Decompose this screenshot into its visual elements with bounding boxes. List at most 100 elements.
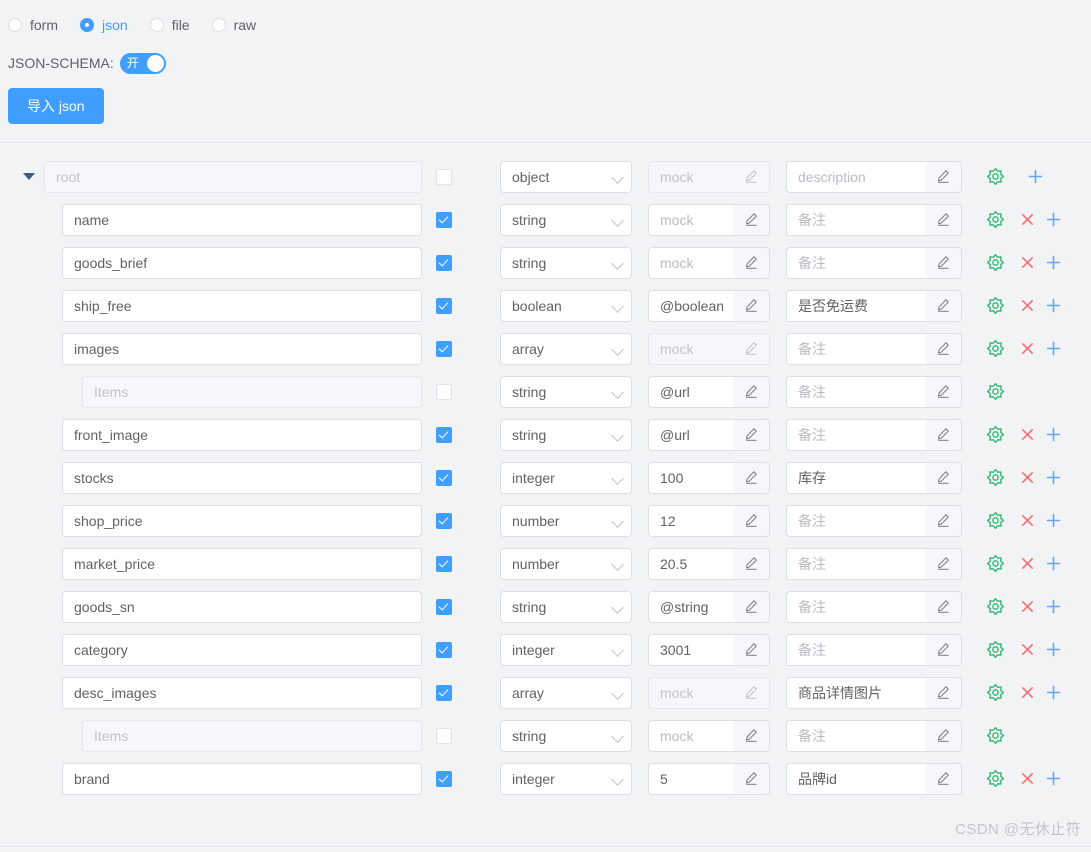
plus-icon[interactable] [1040, 426, 1066, 443]
required-checkbox[interactable] [436, 168, 452, 185]
field-type-select[interactable]: integer [500, 461, 632, 494]
description-edit-button[interactable] [926, 246, 962, 279]
required-checkbox[interactable] [436, 770, 452, 787]
field-type-select[interactable]: number [500, 547, 632, 580]
description-input[interactable] [786, 160, 926, 193]
field-key-input[interactable] [62, 203, 422, 236]
field-type-select[interactable]: string [500, 375, 632, 408]
description-edit-button[interactable] [926, 203, 962, 236]
field-key-input[interactable] [62, 547, 422, 580]
gear-icon[interactable] [982, 211, 1008, 228]
required-checkbox[interactable] [436, 254, 452, 271]
mock-input[interactable] [648, 719, 734, 752]
radio-dot-form[interactable] [8, 18, 22, 32]
required-checkbox[interactable] [436, 340, 452, 357]
mock-input[interactable] [648, 590, 734, 623]
mock-edit-button[interactable] [734, 418, 770, 451]
close-icon[interactable] [1014, 771, 1040, 786]
description-edit-button[interactable] [926, 504, 962, 537]
required-checkbox[interactable] [436, 727, 452, 744]
description-input[interactable] [786, 719, 926, 752]
mock-edit-button[interactable] [734, 203, 770, 236]
mock-input[interactable] [648, 332, 734, 365]
field-type-select[interactable]: string [500, 418, 632, 451]
field-type-select[interactable]: number [500, 504, 632, 537]
mock-input[interactable] [648, 676, 734, 709]
plus-icon[interactable] [1040, 555, 1066, 572]
description-input[interactable] [786, 289, 926, 322]
field-type-select[interactable]: array [500, 332, 632, 365]
radio-dot-file[interactable] [149, 18, 164, 32]
required-checkbox[interactable] [436, 211, 452, 228]
mock-edit-button[interactable] [734, 504, 770, 537]
gear-icon[interactable] [982, 297, 1008, 314]
plus-icon[interactable] [1040, 340, 1066, 357]
description-edit-button[interactable] [926, 418, 962, 451]
mock-input[interactable] [648, 160, 734, 193]
description-edit-button[interactable] [926, 633, 962, 666]
field-type-select[interactable]: string [500, 246, 632, 279]
mock-input[interactable] [648, 375, 734, 408]
plus-icon[interactable] [1040, 598, 1066, 615]
import-json-button[interactable]: 导入 json [8, 88, 104, 124]
description-input[interactable] [786, 676, 926, 709]
json-schema-toggle[interactable]: 开 [119, 52, 166, 74]
mock-edit-button[interactable] [734, 633, 770, 666]
field-key-input[interactable] [62, 461, 422, 494]
mock-input[interactable] [648, 504, 734, 537]
gear-icon[interactable] [982, 770, 1008, 787]
plus-icon[interactable] [1040, 297, 1066, 314]
description-edit-button[interactable] [926, 590, 962, 623]
close-icon[interactable] [1014, 427, 1040, 442]
description-input[interactable] [786, 375, 926, 408]
gear-icon[interactable] [982, 168, 1008, 185]
field-key-input[interactable] [62, 504, 422, 537]
description-edit-button[interactable] [926, 719, 962, 752]
radio-file[interactable]: file [149, 18, 190, 32]
gear-icon[interactable] [982, 383, 1008, 400]
required-checkbox[interactable] [436, 555, 452, 572]
field-key-input[interactable] [62, 633, 422, 666]
description-edit-button[interactable] [926, 289, 962, 322]
mock-edit-button[interactable] [734, 762, 770, 795]
required-checkbox[interactable] [436, 383, 452, 400]
description-edit-button[interactable] [926, 547, 962, 580]
plus-icon[interactable] [1022, 168, 1048, 185]
mock-edit-button[interactable] [734, 547, 770, 580]
close-icon[interactable] [1014, 212, 1040, 227]
description-input[interactable] [786, 246, 926, 279]
description-input[interactable] [786, 461, 926, 494]
description-edit-button[interactable] [926, 375, 962, 408]
plus-icon[interactable] [1040, 512, 1066, 529]
required-checkbox[interactable] [436, 512, 452, 529]
radio-dot-json[interactable] [80, 18, 94, 32]
mock-edit-button[interactable] [734, 719, 770, 752]
description-input[interactable] [786, 203, 926, 236]
description-input[interactable] [786, 547, 926, 580]
description-input[interactable] [786, 590, 926, 623]
mock-input[interactable] [648, 762, 734, 795]
field-key-input[interactable] [62, 762, 422, 795]
required-checkbox[interactable] [436, 598, 452, 615]
gear-icon[interactable] [982, 469, 1008, 486]
description-input[interactable] [786, 504, 926, 537]
field-type-select[interactable]: integer [500, 762, 632, 795]
field-key-input[interactable] [62, 289, 422, 322]
mock-edit-button[interactable] [734, 289, 770, 322]
description-edit-button[interactable] [926, 160, 962, 193]
field-key-input[interactable] [82, 375, 422, 408]
radio-raw[interactable]: raw [211, 18, 256, 32]
mock-edit-button[interactable] [734, 461, 770, 494]
field-type-select[interactable]: array [500, 676, 632, 709]
field-key-input[interactable] [62, 418, 422, 451]
mock-edit-button[interactable] [734, 375, 770, 408]
close-icon[interactable] [1014, 513, 1040, 528]
description-input[interactable] [786, 418, 926, 451]
plus-icon[interactable] [1040, 254, 1066, 271]
mock-input[interactable] [648, 203, 734, 236]
mock-input[interactable] [648, 289, 734, 322]
mock-edit-button[interactable] [734, 246, 770, 279]
description-edit-button[interactable] [926, 461, 962, 494]
mock-edit-button[interactable] [734, 332, 770, 365]
gear-icon[interactable] [982, 512, 1008, 529]
